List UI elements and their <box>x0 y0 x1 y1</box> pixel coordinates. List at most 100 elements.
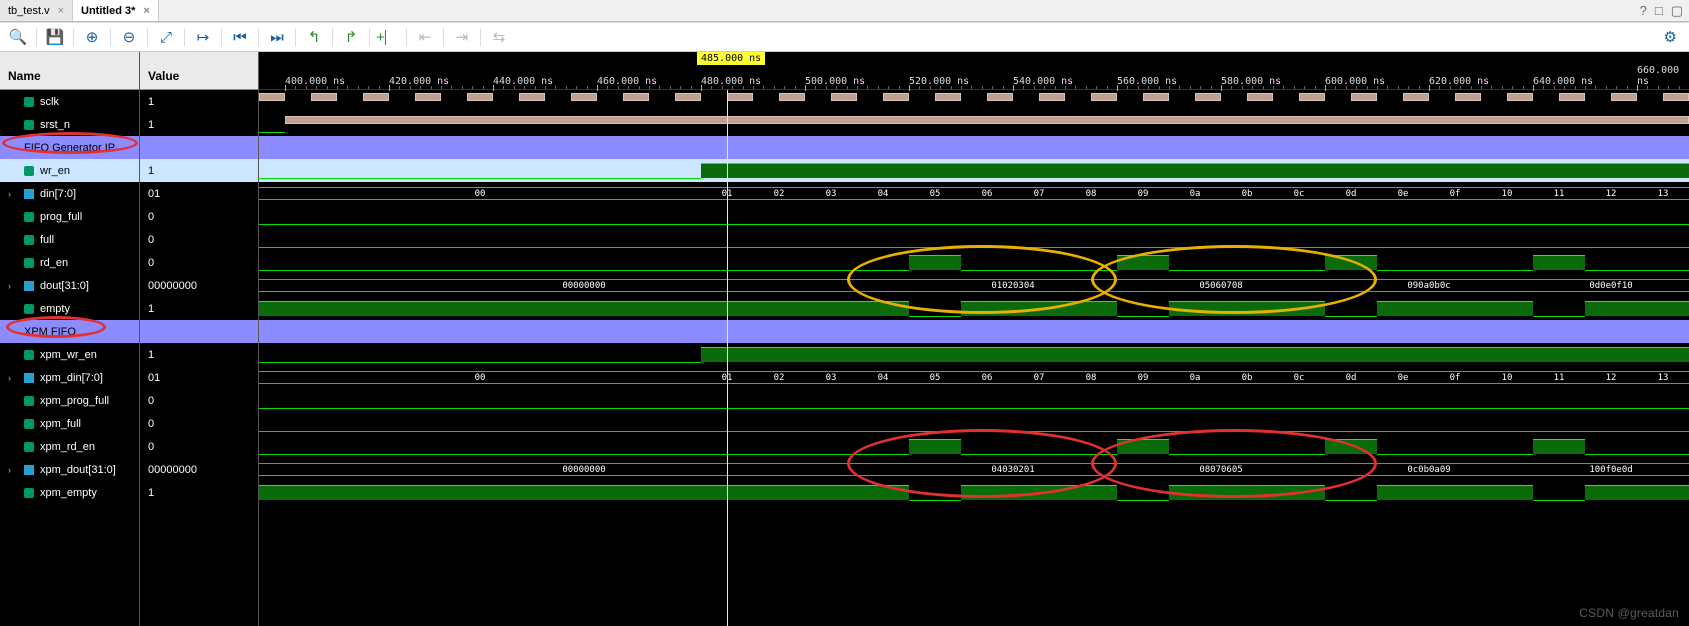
time-cursor-label[interactable]: 485.000 ns <box>697 52 765 65</box>
add-marker-icon[interactable]: +⎸ <box>376 25 400 49</box>
signal-value-row[interactable]: 0 <box>140 435 258 458</box>
waveform-row[interactable] <box>259 412 1689 435</box>
signal-value-row[interactable]: 1 <box>140 297 258 320</box>
signal-name: dout[31:0] <box>40 280 89 292</box>
signal-value-row[interactable]: 0 <box>140 389 258 412</box>
bus-value: 04030201 <box>909 464 1117 475</box>
waveform-area[interactable]: 485.000 ns 400.000 ns420.000 ns440.000 n… <box>259 52 1689 626</box>
signal-name: xpm_full <box>40 418 81 430</box>
waveform-row[interactable] <box>259 228 1689 251</box>
signal-value-row[interactable]: 0 <box>140 412 258 435</box>
close-icon[interactable]: × <box>143 5 149 17</box>
waveform-row[interactable]: 000102030405060708090a0b0c0d0e0f10111213 <box>259 182 1689 205</box>
waveform-row[interactable] <box>259 297 1689 320</box>
zoom-in-icon[interactable]: ⊕ <box>80 25 104 49</box>
zoom-out-icon[interactable]: ⊖ <box>117 25 141 49</box>
signal-name-row[interactable]: ›din[7:0] <box>0 182 139 205</box>
signal-name-row[interactable]: FIFO Generator IP <box>0 136 139 159</box>
prev-marker-icon[interactable]: ⇤ <box>413 25 437 49</box>
signal-value-row[interactable]: 1 <box>140 113 258 136</box>
signal-name-row[interactable]: wr_en <box>0 159 139 182</box>
time-cursor-line[interactable] <box>727 90 728 626</box>
signal-value-row[interactable] <box>140 136 258 159</box>
signal-name-row[interactable]: xpm_empty <box>0 481 139 504</box>
tab-label: Untitled 3* <box>81 5 135 17</box>
go-start-icon[interactable]: ⏮ <box>228 25 252 49</box>
file-tabs: tb_test.v × Untitled 3* × ? □ ▢ <box>0 0 1689 22</box>
bus-value: 0d <box>1325 372 1377 383</box>
tab-tb-test[interactable]: tb_test.v × <box>0 0 73 21</box>
close-icon[interactable]: × <box>58 5 64 17</box>
goto-cursor-icon[interactable]: ↦ <box>191 25 215 49</box>
value-header: Value <box>140 52 258 90</box>
signal-name: empty <box>40 303 70 315</box>
signal-name: srst_n <box>40 119 70 131</box>
signal-name-row[interactable]: sclk <box>0 90 139 113</box>
signal-value-row[interactable]: 01 <box>140 366 258 389</box>
maximize-icon[interactable]: ▢ <box>1671 3 1683 19</box>
waveform-row[interactable]: 000000000102030405060708090a0b0c0d0e0f10 <box>259 274 1689 297</box>
settings-icon[interactable]: ⚙ <box>1664 28 1677 46</box>
bus-value: 0e <box>1377 188 1429 199</box>
waveform-row[interactable] <box>259 159 1689 182</box>
signal-name: FIFO Generator IP <box>24 142 115 154</box>
swap-marker-icon[interactable]: ⇆ <box>487 25 511 49</box>
waveform-row[interactable] <box>259 90 1689 113</box>
signal-name-row[interactable]: ›dout[31:0] <box>0 274 139 297</box>
waveform-row[interactable]: 0000000004030201080706050c0b0a09100f0e0d <box>259 458 1689 481</box>
waveform-rows[interactable]: 000102030405060708090a0b0c0d0e0f10111213… <box>259 90 1689 626</box>
signal-name-row[interactable]: prog_full <box>0 205 139 228</box>
waveform-row[interactable] <box>259 435 1689 458</box>
signal-name-row[interactable]: full <box>0 228 139 251</box>
next-marker-icon[interactable]: ⇥ <box>450 25 474 49</box>
signal-value-row[interactable]: 1 <box>140 343 258 366</box>
signal-name-row[interactable]: srst_n <box>0 113 139 136</box>
waveform-row[interactable]: 000102030405060708090a0b0c0d0e0f10111213 <box>259 366 1689 389</box>
zoom-fit-icon[interactable]: ⤢ <box>154 25 178 49</box>
signal-icon <box>24 281 34 291</box>
waveform-row[interactable] <box>259 205 1689 228</box>
waveform-row[interactable] <box>259 389 1689 412</box>
signal-value-row[interactable]: 1 <box>140 90 258 113</box>
signal-icon <box>24 166 34 176</box>
waveform-row[interactable] <box>259 251 1689 274</box>
signal-icon <box>24 97 34 107</box>
signal-value-row[interactable] <box>140 320 258 343</box>
signal-value-row[interactable]: 00000000 <box>140 458 258 481</box>
signal-name-row[interactable]: ›xpm_din[7:0] <box>0 366 139 389</box>
prev-transition-icon[interactable]: ↰ <box>302 25 326 49</box>
waveform-row[interactable] <box>259 481 1689 504</box>
go-end-icon[interactable]: ⏭ <box>265 25 289 49</box>
signal-value-row[interactable]: 00000000 <box>140 274 258 297</box>
help-icon[interactable]: ? <box>1640 3 1647 18</box>
next-transition-icon[interactable]: ↱ <box>339 25 363 49</box>
waveform-row[interactable] <box>259 320 1689 343</box>
signal-value-row[interactable]: 1 <box>140 481 258 504</box>
time-ruler[interactable]: 485.000 ns 400.000 ns420.000 ns440.000 n… <box>259 52 1689 90</box>
signal-name-row[interactable]: rd_en <box>0 251 139 274</box>
signal-value: 1 <box>148 96 154 108</box>
waveform-row[interactable] <box>259 136 1689 159</box>
search-icon[interactable]: 🔍 <box>6 25 30 49</box>
signal-name-row[interactable]: XPM FIFO <box>0 320 139 343</box>
signal-value-row[interactable]: 0 <box>140 228 258 251</box>
waveform-row[interactable] <box>259 343 1689 366</box>
restore-icon[interactable]: □ <box>1655 3 1663 18</box>
bus-value: 08 <box>1065 372 1117 383</box>
signal-name-row[interactable]: empty <box>0 297 139 320</box>
signal-name: din[7:0] <box>40 188 76 200</box>
signal-value-row[interactable]: 0 <box>140 251 258 274</box>
signal-value-row[interactable]: 1 <box>140 159 258 182</box>
signal-name-row[interactable]: xpm_rd_en <box>0 435 139 458</box>
signal-name-row[interactable]: xpm_full <box>0 412 139 435</box>
signal-name-row[interactable]: xpm_prog_full <box>0 389 139 412</box>
signal-value-row[interactable]: 0 <box>140 205 258 228</box>
signal-value: 00000000 <box>148 280 197 292</box>
tab-untitled-3[interactable]: Untitled 3* × <box>73 0 159 21</box>
signal-value-row[interactable]: 01 <box>140 182 258 205</box>
signal-name-row[interactable]: ›xpm_dout[31:0] <box>0 458 139 481</box>
save-icon[interactable]: 💾 <box>43 25 67 49</box>
waveform-row[interactable] <box>259 113 1689 136</box>
signal-name-row[interactable]: xpm_wr_en <box>0 343 139 366</box>
bus-value: 0d0e0f10 <box>1533 280 1689 291</box>
